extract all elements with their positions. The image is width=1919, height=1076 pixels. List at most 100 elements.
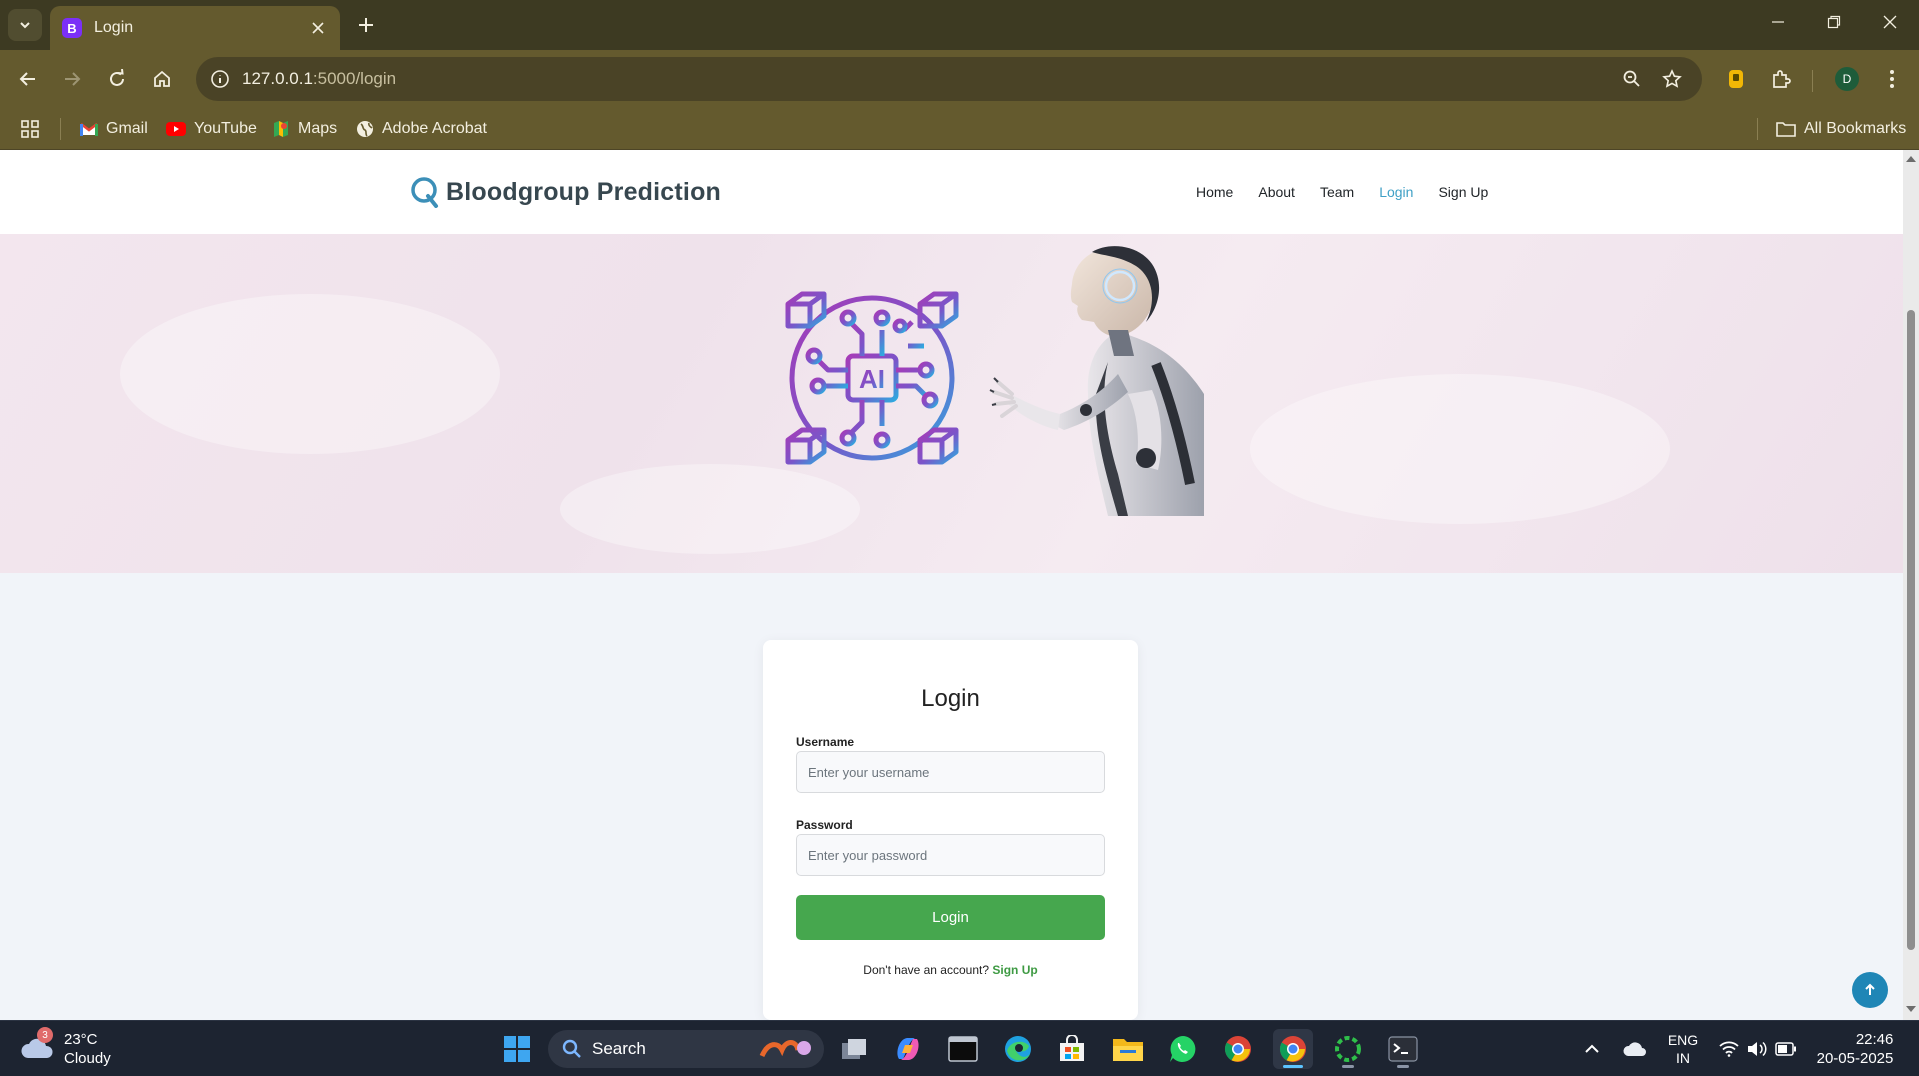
profile-button[interactable]: D [1829,61,1865,97]
search-label: Search [592,1039,646,1058]
new-tab-button[interactable] [352,11,380,39]
search-highlight-icon [759,1040,811,1058]
lang-region: IN [1676,1050,1690,1066]
bookmark-label: YouTube [194,120,257,137]
site-brand[interactable]: Bloodgroup Prediction [410,176,721,208]
page-scrollbar[interactable] [1903,150,1919,1020]
bookmark-label: Adobe Acrobat [382,120,487,137]
browser-toolbar: 127.0.0.1:5000/login D [0,50,1919,108]
scrollbar-thumb[interactable] [1907,310,1915,950]
restore-button[interactable] [1806,0,1862,44]
home-button[interactable] [144,61,180,97]
browser-tab-strip: B Login [0,0,1919,50]
brand-logo-icon [411,177,438,208]
volume-icon [1748,1041,1767,1057]
show-hidden-icons-button[interactable] [1578,1021,1606,1076]
taskbar-store[interactable] [1052,1029,1092,1069]
scroll-down-arrow-icon[interactable] [1906,1004,1916,1014]
url-host: 127.0.0.1 [242,69,313,88]
extensions-puzzle-icon[interactable] [1763,61,1799,97]
signup-link[interactable]: Sign Up [992,963,1037,977]
clock[interactable]: 22:46 20-05-2025 [1808,1021,1902,1076]
bookmark-maps[interactable]: Maps [272,116,337,142]
signup-prompt-text: Don't have an account? [863,963,990,977]
all-bookmarks-button[interactable]: All Bookmarks [1776,116,1906,142]
close-tab-icon[interactable] [308,18,328,38]
browser-tab-login[interactable]: B Login [50,6,340,50]
windows-logo-icon [504,1036,530,1062]
robot-illustration [989,246,1204,516]
bookmark-star-icon[interactable] [1656,63,1688,95]
site-info-icon[interactable] [204,63,236,95]
task-view-button[interactable] [834,1029,874,1069]
login-card: Login Username Password Login Don't have… [763,640,1138,1020]
nav-about[interactable]: About [1258,184,1295,200]
apps-grid-button[interactable] [20,116,40,142]
taskbar-search[interactable]: Search [548,1030,824,1068]
taskbar-whatsapp[interactable] [1163,1029,1203,1069]
tab-search-button[interactable] [8,9,42,41]
back-button[interactable] [10,61,46,97]
nav-team[interactable]: Team [1320,184,1354,200]
ai-chip-label: AI [859,364,885,394]
back-to-top-button[interactable] [1852,972,1888,1008]
password-input[interactable] [796,834,1105,876]
weather-temp: 23°C [64,1031,98,1048]
plus-icon [359,18,373,32]
start-button[interactable] [497,1029,537,1069]
taskbar-edge[interactable] [998,1029,1038,1069]
weather-widget[interactable]: 3 23°C Cloudy [20,1027,111,1068]
url-path: :5000/login [312,69,397,88]
scroll-up-arrow-icon[interactable] [1906,154,1916,164]
nav-signup[interactable]: Sign Up [1438,184,1488,200]
gmail-icon [80,122,98,136]
home-icon [154,70,170,87]
clock-date: 20-05-2025 [1816,1050,1894,1067]
search-icon [562,1039,581,1058]
taskbar-terminal-app[interactable] [943,1029,983,1069]
taskbar-copilot[interactable] [888,1029,928,1069]
toolbar-divider [1812,70,1813,92]
password-label: Password [796,818,853,832]
windows-taskbar: 3 23°C Cloudy Search ENG IN 22:46 20-05-… [0,1020,1919,1076]
language-indicator[interactable]: ENG IN [1660,1021,1706,1076]
bookmark-adobe-acrobat[interactable]: Adobe Acrobat [356,116,487,142]
zoom-icon[interactable] [1616,63,1648,95]
terminal-window-icon [948,1036,978,1062]
address-bar[interactable]: 127.0.0.1:5000/login [196,57,1702,101]
taskbar-chrome[interactable] [1218,1029,1258,1069]
clock-text: 22:46 20-05-2025 [1817,1030,1894,1068]
onedrive-tray[interactable] [1618,1021,1652,1076]
battery-icon [1775,1042,1796,1056]
nav-home[interactable]: Home [1196,184,1233,200]
bookmark-label: Gmail [106,120,148,137]
hero-banner: AI [0,234,1903,573]
taskbar-loading-app[interactable] [1328,1029,1368,1069]
username-input[interactable] [796,751,1105,793]
kebab-menu-icon [1890,70,1894,88]
taskbar-file-explorer[interactable] [1108,1029,1148,1069]
chrome-icon [1224,1036,1251,1062]
close-window-button[interactable] [1862,0,1918,44]
taskbar-windows-terminal[interactable] [1383,1029,1423,1069]
tab-title: Login [94,19,134,36]
quick-settings[interactable] [1716,1021,1800,1076]
arrow-left-icon [19,72,35,86]
forward-button[interactable] [54,61,90,97]
clock-time: 22:46 [1855,1031,1894,1048]
wifi-icon [1719,1041,1739,1057]
login-button[interactable]: Login [796,895,1105,940]
bookmark-youtube[interactable]: YouTube [166,116,257,142]
bookmark-gmail[interactable]: Gmail [80,116,148,142]
chevron-up-icon [1585,1044,1599,1053]
running-app-indicator [1397,1065,1409,1068]
nav-login[interactable]: Login [1379,184,1413,200]
weather-alert-badge: 3 [37,1027,53,1043]
minimize-button[interactable] [1750,0,1806,44]
browser-menu-button[interactable] [1874,61,1910,97]
site-navbar: Bloodgroup Prediction Home About Team Lo… [0,150,1903,234]
taskbar-chrome-active[interactable] [1273,1029,1313,1069]
bookmarks-divider [60,118,61,140]
reload-button[interactable] [99,61,135,97]
extension-honey-icon[interactable] [1718,61,1754,97]
